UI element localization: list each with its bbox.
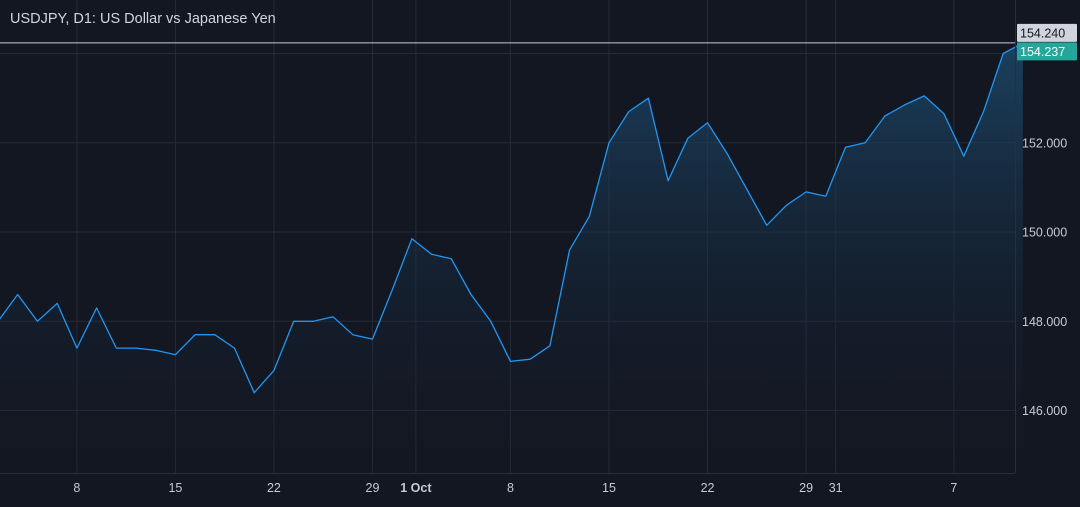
data-point-29 [567, 247, 572, 252]
x-tick-label: 7 [950, 481, 957, 495]
data-point-48 [942, 111, 947, 116]
data-point-44 [863, 140, 868, 145]
chart-container[interactable]: 146.000148.000150.000152.000154.00081522… [0, 0, 1080, 502]
data-point-23 [449, 256, 454, 261]
chart-title: USDJPY, D1: US Dollar vs Japanese Yen [10, 11, 276, 27]
data-point-30 [587, 214, 592, 219]
data-point-39 [764, 223, 769, 228]
data-point-17 [331, 314, 336, 319]
x-tick-label: 31 [829, 481, 843, 495]
x-tick-label: 15 [602, 481, 616, 495]
x-tick-label: 8 [73, 481, 80, 495]
data-point-8 [153, 348, 158, 353]
y-tick-label: 152.000 [1022, 136, 1067, 150]
x-tick-label: 8 [507, 481, 514, 495]
data-point-14 [272, 368, 277, 373]
data-point-4 [74, 346, 79, 351]
data-point-15 [291, 319, 296, 324]
data-point-2 [35, 319, 40, 324]
data-point-19 [370, 337, 375, 342]
data-point-11 [212, 332, 217, 337]
data-point-51 [1001, 51, 1006, 56]
x-tick-label: 15 [168, 481, 182, 495]
data-point-46 [902, 102, 907, 107]
data-point-41 [804, 189, 809, 194]
data-point-5 [94, 305, 99, 310]
data-point-34 [666, 178, 671, 183]
data-point-20 [390, 288, 395, 293]
data-point-28 [547, 343, 552, 348]
data-point-6 [114, 346, 119, 351]
y-tick-label: 148.000 [1022, 315, 1067, 329]
x-tick-label: 22 [701, 481, 715, 495]
data-point-22 [429, 252, 434, 257]
data-point-9 [173, 352, 178, 357]
data-point-38 [745, 187, 750, 192]
x-tick-label: 22 [267, 481, 281, 495]
data-point-18 [350, 332, 355, 337]
data-point-50 [981, 109, 986, 114]
data-point-43 [843, 145, 848, 150]
data-point-1 [15, 292, 20, 297]
data-point-24 [469, 292, 474, 297]
data-point-10 [193, 332, 198, 337]
data-point-35 [685, 136, 690, 141]
data-point-16 [311, 319, 316, 324]
price-chart[interactable]: 146.000148.000150.000152.000154.00081522… [0, 0, 1080, 502]
data-point-3 [55, 301, 60, 306]
data-point-40 [784, 203, 789, 208]
data-point-13 [252, 390, 257, 395]
data-point-31 [607, 140, 612, 145]
x-tick-label: 1 Oct [400, 481, 432, 495]
data-point-21 [409, 236, 414, 241]
y-tick-label: 146.000 [1022, 404, 1067, 418]
last-price-label: 154.237 [1020, 45, 1065, 59]
data-point-25 [488, 319, 493, 324]
x-tick-label: 29 [366, 481, 380, 495]
data-point-37 [725, 151, 730, 156]
data-point-36 [705, 120, 710, 125]
data-point-12 [232, 346, 237, 351]
data-point-49 [961, 154, 966, 159]
data-point-7 [134, 346, 139, 351]
data-point-45 [882, 114, 887, 119]
data-point-32 [626, 109, 631, 114]
data-point-33 [646, 96, 651, 101]
y-tick-label: 150.000 [1022, 226, 1067, 240]
crosshair-price-label: 154.240 [1020, 26, 1065, 40]
data-point-27 [528, 357, 533, 362]
data-point-42 [823, 194, 828, 199]
data-point-47 [922, 93, 927, 98]
data-point-26 [508, 359, 513, 364]
x-tick-label: 29 [799, 481, 813, 495]
